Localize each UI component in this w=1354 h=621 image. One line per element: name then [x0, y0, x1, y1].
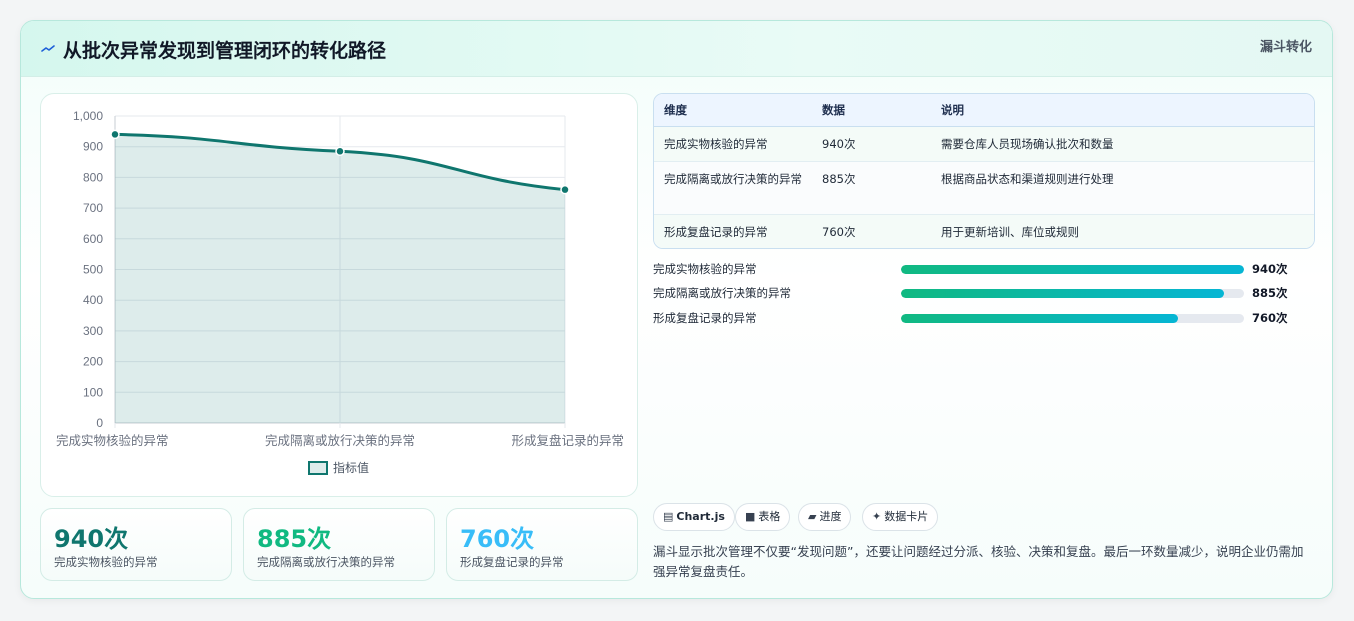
table-icon: ■: [745, 510, 756, 523]
table-row: 完成实物核验的异常 940次 需要仓库人员现场确认批次和数量: [654, 127, 1314, 162]
progress-track: [901, 265, 1244, 274]
chip-label: 表格: [758, 510, 781, 523]
legend-label: 指标值: [333, 460, 369, 475]
stat-value: 760次: [460, 525, 535, 553]
progress-row: 完成隔离或放行决策的异常 885次: [653, 284, 1315, 302]
x-tick-label: 完成隔离或放行决策的异常: [265, 433, 415, 448]
progress-value: 760次: [1252, 311, 1288, 325]
stat-card-decided: 885次 完成隔离或放行决策的异常: [243, 508, 435, 581]
chip-label: 数据卡片: [884, 510, 929, 523]
stat-label: 完成实物核验的异常: [54, 555, 158, 569]
y-tick-label: 300: [83, 324, 103, 338]
chart-canvas: 0 100 200 300 400 500 600 700 800 900 1,000 完成实物核验的…: [56, 109, 624, 475]
header-description: 说明: [941, 103, 964, 117]
progress-value: 885次: [1252, 286, 1288, 300]
cell-description: 用于更新培训、库位或规则: [941, 225, 1079, 239]
y-tick-label: 200: [83, 355, 103, 369]
stat-value: 885次: [257, 525, 332, 553]
stat-label: 形成复盘记录的异常: [460, 555, 564, 569]
cell-data: 760次: [822, 225, 856, 239]
chart-icon: ▤: [663, 510, 674, 523]
page-title: 从批次异常发现到管理闭环的转化路径: [63, 40, 387, 62]
y-tick-label: 400: [83, 293, 103, 307]
cell-data: 885次: [822, 172, 856, 186]
funnel-card: 从批次异常发现到管理闭环的转化路径 漏斗转化 0 100 200 300 400 500 6…: [20, 20, 1333, 599]
summary-note: 漏斗显示批次管理不仅要“发现问题”，还要让问题经过分派、核验、决策和复盘。最后一…: [653, 544, 1304, 579]
progress-value: 940次: [1252, 262, 1288, 276]
chip-data-card[interactable]: ✦ 数据卡片: [862, 503, 939, 531]
y-tick-label: 0: [96, 416, 103, 430]
stat-value: 940次: [54, 525, 129, 553]
header-dimension: 维度: [664, 103, 687, 117]
table-row: 完成隔离或放行决策的异常 885次 根据商品状态和渠道规则进行处理: [654, 162, 1314, 215]
progress-track: [901, 314, 1244, 323]
header-data: 数据: [822, 103, 845, 117]
y-tick-label: 900: [83, 140, 103, 154]
y-tick-label: 1,000: [73, 109, 103, 123]
y-tick-label: 800: [83, 170, 103, 184]
y-tick-label: 100: [83, 385, 103, 399]
cell-description: 需要仓库人员现场确认批次和数量: [941, 137, 1114, 151]
card-icon: ✦: [872, 510, 882, 523]
legend-swatch: [308, 461, 328, 475]
progress-row: 形成复盘记录的异常 760次: [653, 309, 1315, 327]
chip-progress[interactable]: ▰ 进度: [798, 503, 852, 531]
chart-type-tag: 漏斗转化: [1259, 40, 1312, 55]
x-tick-label: 形成复盘记录的异常: [511, 433, 624, 448]
x-tick-label: 完成实物核验的异常: [56, 433, 169, 448]
stat-card-reviewed: 760次 形成复盘记录的异常: [446, 508, 638, 581]
cell-data: 940次: [822, 137, 856, 151]
progress-icon: ▰: [808, 510, 817, 523]
progress-row: 完成实物核验的异常 940次: [653, 260, 1315, 278]
y-tick-label: 700: [83, 201, 103, 215]
progress-fill: [901, 265, 1244, 274]
data-point: [110, 129, 120, 140]
data-table: 维度 数据 说明 完成实物核验的异常 940次 需要仓库人员现场确认批次和数量 …: [653, 93, 1315, 249]
cell-dimension: 形成复盘记录的异常: [664, 225, 768, 239]
cell-dimension: 完成隔离或放行决策的异常: [664, 172, 802, 186]
data-point: [560, 184, 570, 195]
data-point: [335, 146, 345, 157]
progress-fill: [901, 289, 1224, 298]
progress-label: 形成复盘记录的异常: [653, 311, 757, 325]
progress-label: 完成实物核验的异常: [653, 262, 757, 276]
table-header: 维度 数据 说明: [654, 94, 1314, 127]
chip-label: Chart.js: [676, 510, 725, 523]
wave-icon: [41, 45, 55, 52]
progress-fill: [901, 314, 1179, 323]
card-header: 从批次异常发现到管理闭环的转化路径 漏斗转化: [21, 21, 1332, 77]
stat-label: 完成隔离或放行决策的异常: [257, 555, 395, 569]
cell-description: 根据商品状态和渠道规则进行处理: [941, 172, 1114, 186]
progress-label: 完成隔离或放行决策的异常: [653, 286, 791, 300]
stat-card-verified: 940次 完成实物核验的异常: [40, 508, 232, 581]
y-tick-label: 500: [83, 263, 103, 277]
chip-chartjs[interactable]: ▤ Chart.js: [653, 503, 735, 531]
line-chart: 0 100 200 300 400 500 600 700 800 900 1,000 完成实物核验的…: [40, 93, 638, 497]
cell-dimension: 完成实物核验的异常: [664, 137, 768, 151]
progress-track: [901, 289, 1244, 298]
table-row: 形成复盘记录的异常 760次 用于更新培训、库位或规则: [654, 215, 1314, 248]
chip-table[interactable]: ■ 表格: [735, 503, 791, 531]
y-tick-label: 600: [83, 232, 103, 246]
chip-label: 进度: [819, 510, 842, 523]
